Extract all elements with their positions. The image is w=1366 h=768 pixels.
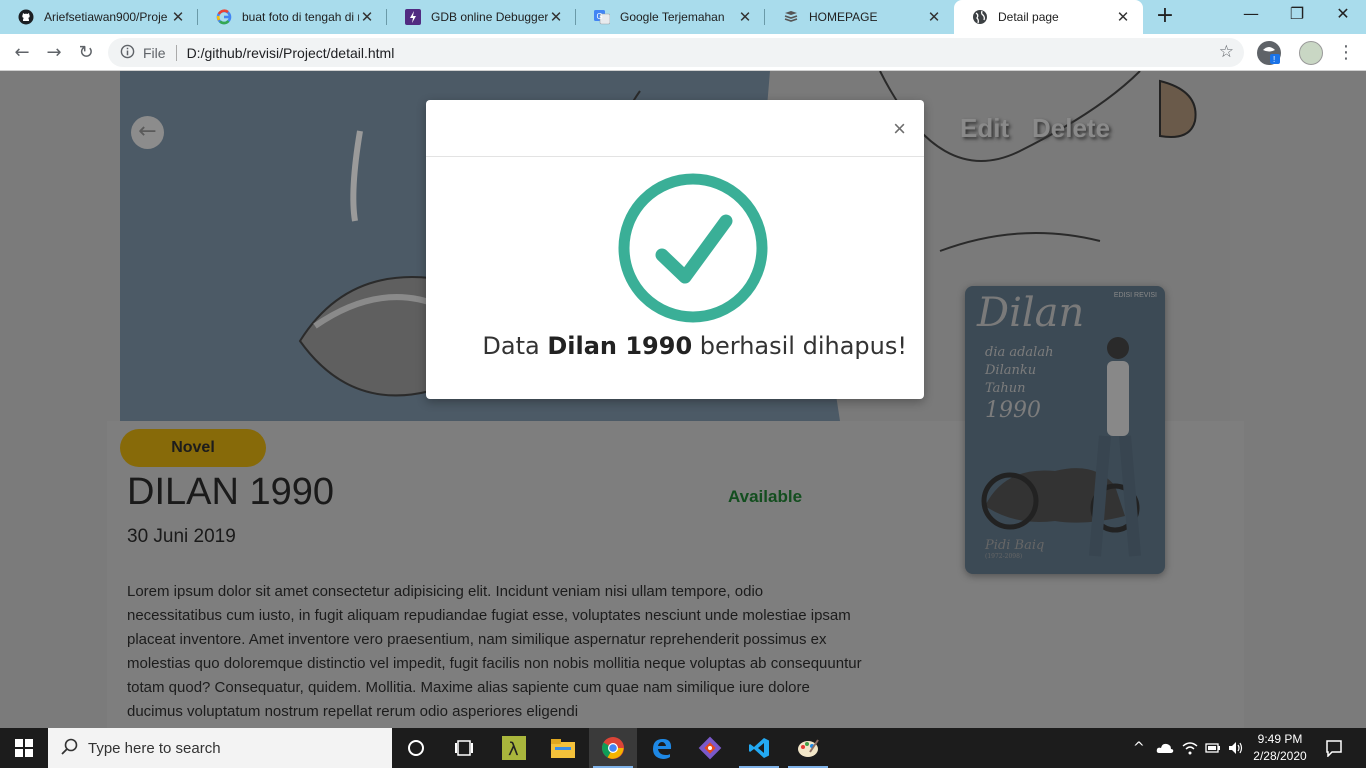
close-tab-icon[interactable]: ✕	[548, 8, 564, 26]
tab-homepage[interactable]: HOMEPAGE ✕	[765, 0, 954, 34]
task-view-icon[interactable]	[440, 728, 488, 768]
gdb-icon	[405, 9, 421, 25]
profile-avatar[interactable]	[1299, 41, 1323, 65]
volume-icon[interactable]	[1228, 728, 1244, 768]
close-window-button[interactable]: ✕	[1320, 4, 1366, 23]
system-clock[interactable]: 9:49 PM 2/28/2020	[1248, 731, 1312, 765]
windows-logo-icon	[15, 739, 33, 757]
close-tab-icon[interactable]: ✕	[737, 8, 753, 26]
search-icon	[61, 738, 79, 760]
minimize-window-button[interactable]: —	[1228, 4, 1274, 23]
book-cover: Dilan EDISI REVISI dia adalah Dilanku Ta…	[965, 286, 1165, 574]
clock-date: 2/28/2020	[1253, 749, 1307, 763]
bookmark-star-icon[interactable]: ☆	[1219, 42, 1234, 62]
back-arrow-icon[interactable]: ←	[131, 116, 164, 149]
tab-detail-page[interactable]: Detail page ✕	[954, 0, 1143, 34]
svg-text:!: !	[1273, 55, 1275, 64]
close-tab-icon[interactable]: ✕	[359, 8, 375, 26]
address-bar[interactable]: File D:/github/revisi/Project/detail.htm…	[108, 38, 1244, 67]
menu-dots-icon[interactable]: ⋮	[1334, 41, 1358, 65]
availability-status: Available	[728, 487, 803, 506]
tab-strip: Ariefsetiawan900/Proje ✕ buat foto di te…	[0, 0, 1366, 34]
taskbar-search-input[interactable]: Type here to search	[48, 728, 392, 768]
globe-icon	[972, 9, 988, 25]
extension-icon[interactable]: !	[1257, 41, 1281, 65]
toolbar: ← → ↻ File D:/github/revisi/Project/deta…	[0, 34, 1366, 71]
tab-gdb[interactable]: GDB online Debugger | ✕	[387, 0, 576, 34]
url-text[interactable]: D:/github/revisi/Project/detail.html	[187, 45, 395, 61]
protocol-label: File	[143, 44, 166, 61]
file-explorer-icon[interactable]	[539, 728, 587, 768]
info-icon[interactable]	[120, 44, 135, 62]
new-tab-button[interactable]: +	[1153, 5, 1177, 29]
google-icon	[216, 9, 232, 25]
tab-github[interactable]: Ariefsetiawan900/Proje ✕	[0, 0, 198, 34]
modal-close-button[interactable]: ×	[893, 118, 906, 140]
wifi-icon[interactable]	[1182, 728, 1198, 768]
close-tab-icon[interactable]: ✕	[926, 8, 942, 26]
forward-button[interactable]: →	[42, 41, 66, 65]
success-modal: × Data Dilan 1990 berhasil dihapus!	[426, 100, 924, 399]
onedrive-icon[interactable]	[1156, 728, 1174, 768]
book-title: DILAN 1990	[127, 471, 335, 513]
tab-title: GDB online Debugger |	[431, 10, 548, 24]
search-placeholder: Type here to search	[88, 739, 221, 757]
vscode-icon[interactable]	[735, 728, 783, 768]
svg-text:G: G	[597, 12, 603, 21]
tab-google-translate[interactable]: G Google Terjemahan ✕	[576, 0, 765, 34]
deleted-item-name: Dilan 1990	[547, 332, 693, 360]
tab-title: Ariefsetiawan900/Proje	[44, 10, 168, 24]
reload-button[interactable]: ↻	[74, 41, 98, 65]
battery-icon[interactable]	[1205, 728, 1221, 768]
back-button[interactable]: ←	[10, 41, 34, 65]
edit-link[interactable]: Edit	[960, 113, 1009, 144]
lambda-app-icon[interactable]: λ	[490, 728, 538, 768]
github-icon	[18, 9, 34, 25]
close-tab-icon[interactable]: ✕	[170, 8, 186, 26]
tab-google-search[interactable]: buat foto di tengah di n ✕	[198, 0, 387, 34]
show-hidden-icons-button[interactable]: ^	[1133, 728, 1145, 768]
delete-link[interactable]: Delete	[1032, 113, 1110, 144]
book-description: Lorem ipsum dolor sit amet consectetur a…	[127, 583, 862, 720]
windows-taskbar: Type here to search λ ^ 9:49 PM 2/28/202…	[0, 728, 1366, 768]
success-check-icon	[618, 173, 768, 323]
cover-edition: EDISI REVISI	[1113, 292, 1157, 299]
chrome-icon[interactable]	[589, 728, 637, 768]
modal-message: Data Dilan 1990 berhasil dihapus!	[482, 332, 907, 360]
start-button[interactable]	[0, 728, 48, 768]
restore-window-button[interactable]: ❐	[1274, 4, 1320, 23]
paint-icon[interactable]	[784, 728, 832, 768]
notification-center-icon[interactable]	[1310, 728, 1358, 768]
tab-title: buat foto di tengah di n	[242, 10, 359, 24]
category-badge: Novel	[120, 429, 266, 467]
cover-subtitle: dia adalah Dilanku Tahun 1990	[985, 345, 1054, 423]
tab-title: HOMEPAGE	[809, 10, 878, 24]
cover-title: Dilan	[977, 290, 1085, 336]
book-icon	[783, 9, 799, 25]
edge-icon[interactable]	[638, 728, 686, 768]
google-translate-icon: G	[594, 9, 610, 25]
cover-author: Pidi Baiq (1972-2098)	[985, 538, 1045, 560]
close-tab-icon[interactable]: ✕	[1115, 8, 1131, 26]
svg-text:λ: λ	[508, 739, 519, 760]
cortana-icon[interactable]	[392, 728, 440, 768]
modal-header: ×	[426, 100, 924, 157]
tab-title: Detail page	[998, 10, 1059, 24]
clock-time: 9:49 PM	[1257, 732, 1303, 746]
tab-title: Google Terjemahan	[620, 10, 725, 24]
publish-date: 30 Juni 2019	[127, 526, 236, 547]
git-app-icon[interactable]	[686, 728, 734, 768]
